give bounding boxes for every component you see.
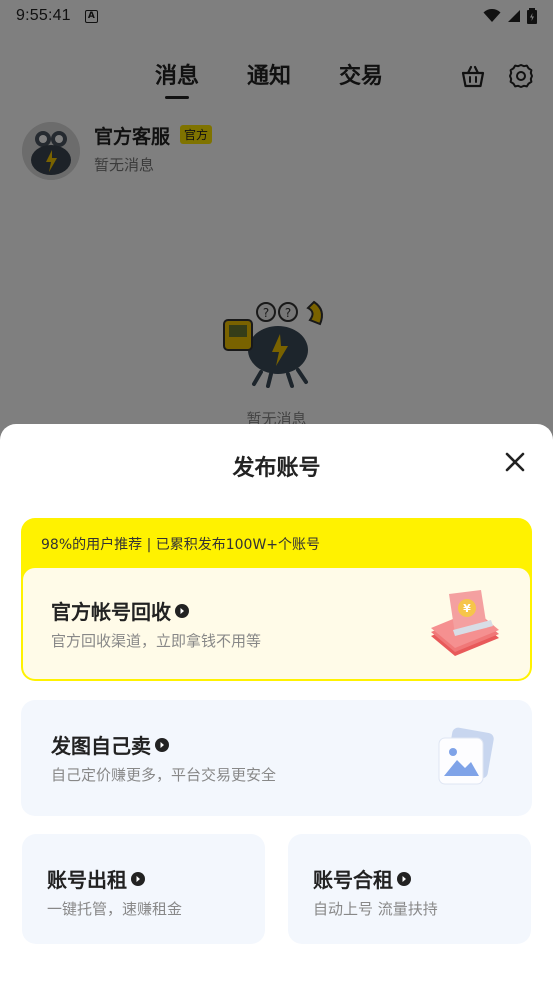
photo-gallery-icon [438,727,494,785]
official-recycle-inner: 官方帐号回收 官方回收渠道，立即拿钱不用等 ¥ [23,568,530,679]
account-corent-card[interactable]: 账号合租 自动上号 流量扶持 [288,834,531,944]
money-stack-icon: ¥ [431,590,499,656]
account-rent-title: 账号出租 [47,868,127,892]
account-rent-title-row: 账号出租 [47,864,145,893]
account-corent-subtitle: 自动上号 流量扶持 [313,900,438,918]
self-sell-card[interactable]: 发图自己卖 自己定价赚更多，平台交易更安全 [21,700,532,816]
publish-account-sheet: 发布账号 98%的用户推荐 | 已累积发布100W+个账号 官方帐号回收 官方回… [0,424,553,984]
account-corent-title-row: 账号合租 [313,864,411,893]
chevron-right-icon [397,871,411,886]
svg-text:¥: ¥ [463,602,471,615]
official-recycle-card[interactable]: 98%的用户推荐 | 已累积发布100W+个账号 官方帐号回收 官方回收渠道，立… [21,518,532,681]
official-recycle-subtitle: 官方回收渠道，立即拿钱不用等 [51,632,262,650]
account-rent-subtitle: 一键托管，速赚租金 [47,900,183,918]
recommend-banner: 98%的用户推荐 | 已累积发布100W+个账号 [41,537,321,553]
chevron-right-icon [155,737,169,752]
sheet-title: 发布账号 [232,456,321,481]
chevron-right-icon [175,603,189,618]
self-sell-title-row: 发图自己卖 [51,730,169,759]
account-corent-title: 账号合租 [313,868,393,892]
close-icon[interactable] [503,450,527,474]
self-sell-subtitle: 自己定价赚更多，平台交易更安全 [51,766,277,784]
official-recycle-title-row: 官方帐号回收 [51,596,189,625]
chevron-right-icon [131,871,145,886]
self-sell-title: 发图自己卖 [51,734,151,758]
official-recycle-title: 官方帐号回收 [51,600,171,624]
account-rent-card[interactable]: 账号出租 一键托管，速赚租金 [22,834,265,944]
